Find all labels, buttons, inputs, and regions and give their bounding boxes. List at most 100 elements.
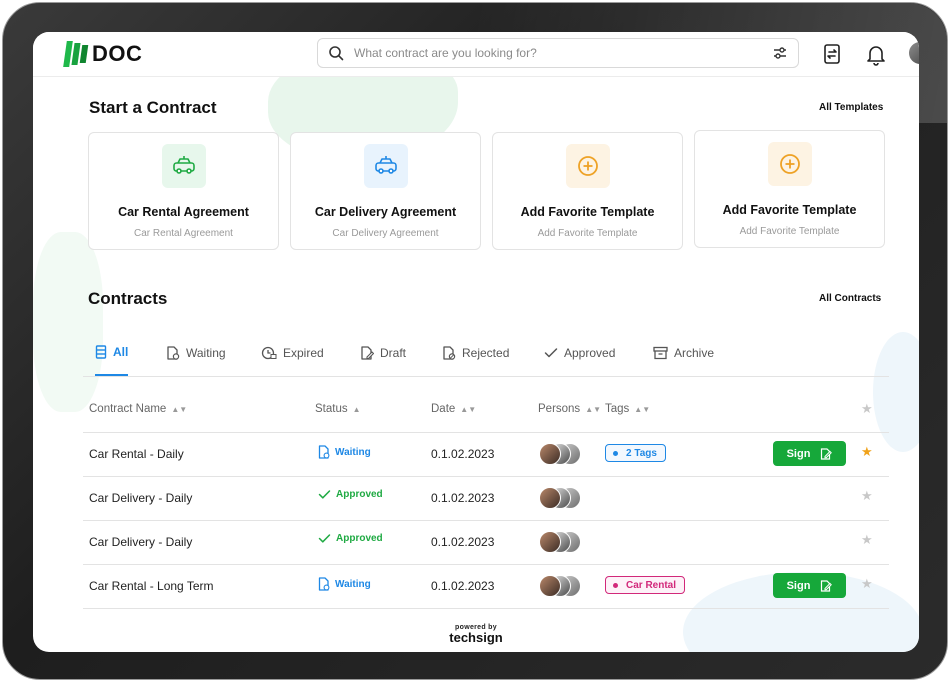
column-label: Contract Name <box>89 403 167 415</box>
star-icon[interactable]: ★ <box>861 401 873 417</box>
tag-badge[interactable]: 2 Tags <box>605 444 666 462</box>
logo[interactable]: DOC <box>63 40 143 68</box>
tab-expired[interactable]: Expired <box>261 330 324 375</box>
contract-name: Car Rental - Long Term <box>89 579 214 593</box>
sync-icon[interactable] <box>820 42 844 66</box>
table-row[interactable]: Car Rental - Long Term Waiting 0.1.02.20… <box>83 564 889 609</box>
card-subtitle: Car Delivery Agreement <box>332 228 439 239</box>
tag-label: 2 Tags <box>626 447 657 459</box>
status-label: Approved <box>336 489 383 500</box>
archive-icon <box>653 346 668 359</box>
template-card-add-favorite[interactable]: Add Favorite Template Add Favorite Templ… <box>694 130 885 248</box>
star-icon[interactable]: ★ <box>861 576 873 592</box>
persons-avatars[interactable] <box>539 487 583 509</box>
contract-name: Car Rental - Daily <box>89 447 184 461</box>
status-label: Waiting <box>335 446 371 458</box>
tab-waiting[interactable]: Waiting <box>166 330 226 375</box>
all-templates-link[interactable]: All Templates <box>819 102 883 113</box>
contract-date: 0.1.02.2023 <box>431 447 495 461</box>
document-clock-icon <box>167 345 180 360</box>
search-bar <box>317 38 799 68</box>
document-clock-icon <box>318 577 330 591</box>
all-contracts-link[interactable]: All Contracts <box>819 293 881 304</box>
app-screen: DOC Start a Contract All Templates Car R… <box>33 32 919 652</box>
card-subtitle: Add Favorite Template <box>537 228 638 239</box>
card-title: Car Rental Agreement <box>118 205 249 219</box>
tab-draft[interactable]: Draft <box>360 330 406 375</box>
column-status[interactable]: Status ▲ <box>315 403 361 415</box>
tab-label: Draft <box>380 345 407 360</box>
column-label: Status <box>315 403 348 415</box>
contract-name: Car Delivery - Daily <box>89 491 193 505</box>
card-title: Car Delivery Agreement <box>314 205 457 219</box>
search-input[interactable] <box>352 45 772 61</box>
avatar[interactable] <box>909 42 919 64</box>
tab-all[interactable]: All <box>95 330 129 376</box>
column-label: Persons <box>538 403 581 415</box>
tab-label: Rejected <box>462 345 510 360</box>
persons-avatars[interactable] <box>539 575 583 597</box>
tab-rejected[interactable]: Rejected <box>442 330 509 375</box>
sign-button[interactable]: Sign <box>773 573 846 598</box>
tab-label: Expired <box>283 345 324 360</box>
bell-icon[interactable] <box>864 42 888 66</box>
contract-date: 0.1.02.2023 <box>431 491 495 505</box>
column-tags[interactable]: Tags ▲▼ <box>605 403 650 415</box>
check-icon <box>318 534 331 543</box>
brand-logo[interactable]: techsign <box>33 630 919 645</box>
card-subtitle: Car Rental Agreement <box>134 228 233 239</box>
table-row[interactable]: Car Delivery - Daily Approved 0.1.02.202… <box>83 476 889 521</box>
tab-archive[interactable]: Archive <box>653 330 714 375</box>
avatar <box>539 531 561 553</box>
column-persons[interactable]: Persons ▲▼ <box>538 403 601 415</box>
table-row[interactable]: Car Delivery - Daily Approved 0.1.02.202… <box>83 520 889 565</box>
tag-badge[interactable]: Car Rental <box>605 576 686 594</box>
template-card-car-delivery[interactable]: Car Delivery Agreement Car Delivery Agre… <box>290 132 481 250</box>
status-approved: Approved <box>318 489 383 500</box>
status-approved: Approved <box>318 533 383 544</box>
column-date[interactable]: Date ▲▼ <box>431 403 476 415</box>
avatar <box>539 575 561 597</box>
persons-avatars[interactable] <box>539 531 583 553</box>
column-label: Tags <box>605 403 630 415</box>
star-icon[interactable]: ★ <box>861 444 873 460</box>
contract-date: 0.1.02.2023 <box>431 579 495 593</box>
filter-icon[interactable] <box>772 45 788 61</box>
expired-clock-icon <box>261 346 277 359</box>
sort-icon: ▲ <box>352 404 361 414</box>
card-title: Add Favorite Template <box>520 205 655 219</box>
tab-approved[interactable]: Approved <box>544 330 615 375</box>
tab-label: All <box>113 345 129 359</box>
sort-icon: ▲▼ <box>460 404 477 414</box>
status-label: Approved <box>336 533 383 544</box>
card-subtitle: Add Favorite Template <box>739 226 840 237</box>
start-contract-title: Start a Contract <box>89 98 217 117</box>
star-icon[interactable]: ★ <box>861 532 873 548</box>
plus-circle-icon <box>566 144 610 188</box>
draft-icon <box>361 345 374 360</box>
star-icon[interactable]: ★ <box>861 488 873 504</box>
column-contract-name[interactable]: Contract Name ▲▼ <box>89 403 187 415</box>
tag-dot <box>613 450 618 456</box>
search-icon <box>329 46 344 61</box>
all-icon <box>95 345 107 359</box>
contracts-title: Contracts <box>88 289 168 308</box>
sort-icon: ▲▼ <box>585 404 602 414</box>
status-waiting: Waiting <box>318 577 371 591</box>
status-waiting: Waiting <box>318 445 371 459</box>
logo-text: DOC <box>92 41 143 66</box>
plus-circle-icon <box>768 142 812 186</box>
top-bar: DOC <box>33 32 919 77</box>
table-row[interactable]: Car Rental - Daily Waiting 0.1.02.2023 2… <box>83 432 889 477</box>
sign-button[interactable]: Sign <box>773 441 846 466</box>
template-card-add-favorite[interactable]: Add Favorite Template Add Favorite Templ… <box>492 132 683 250</box>
avatar <box>539 487 561 509</box>
contract-tabs: All Waiting Expired Draft Rejected Appro… <box>83 330 889 377</box>
document-clock-icon <box>318 445 330 459</box>
contract-name: Car Delivery - Daily <box>89 535 193 549</box>
tab-label: Waiting <box>186 345 226 360</box>
persons-avatars[interactable] <box>539 443 583 465</box>
sort-icon: ▲▼ <box>171 404 188 414</box>
column-label: Date <box>431 403 456 415</box>
template-card-car-rental[interactable]: Car Rental Agreement Car Rental Agreemen… <box>88 132 279 250</box>
